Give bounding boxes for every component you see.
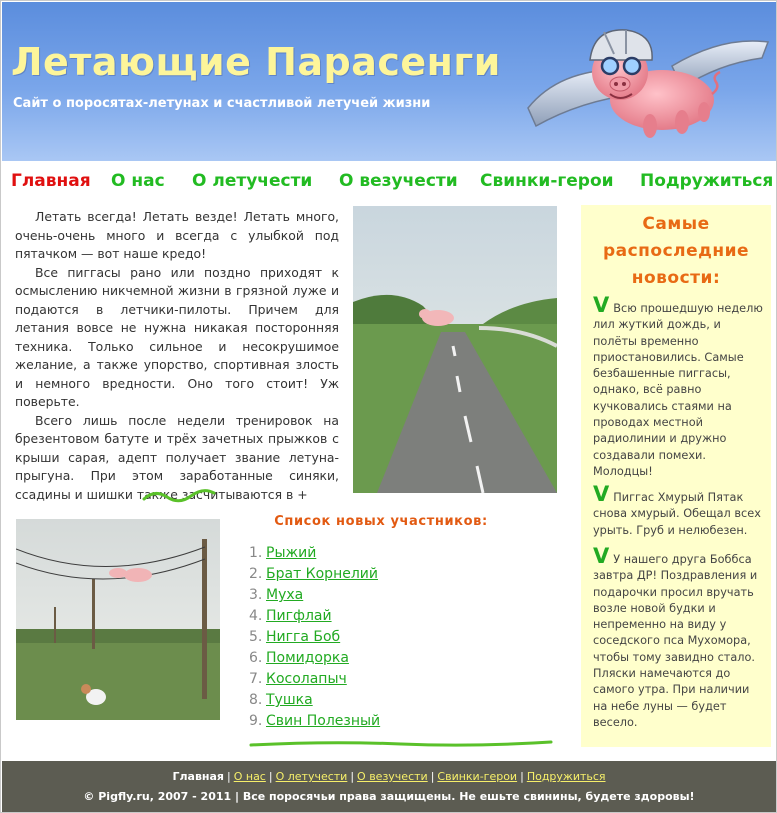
check-v-icon: V <box>593 482 610 506</box>
list-item-number: 4. <box>249 608 263 624</box>
news-sidebar: Самые распоследние новости: V Всю прошедш… <box>581 205 771 747</box>
news-item: VУ нашего друга Боббса завтра ДР! Поздра… <box>593 546 765 731</box>
members-title: Список новых участников: <box>274 514 488 529</box>
footer-separator: | <box>268 770 273 783</box>
nav-item-friends[interactable]: Подружиться <box>640 171 773 191</box>
news-item: V Пиггас Хмурый Пятак снова хмурый. Обеща… <box>593 484 765 539</box>
member-link[interactable]: Тушка <box>266 692 313 708</box>
news-title: Самые распоследние новости: <box>602 214 750 288</box>
list-item: 1. Рыжий <box>249 543 380 564</box>
intro-text: Летать всегда! Летать везде! Летать мног… <box>15 208 339 504</box>
member-link[interactable]: Брат Корнелий <box>266 566 378 582</box>
main-nav: Главная О нас О летучести О везучести Св… <box>2 163 776 199</box>
page: Летающие Парасенги Сайт о поросятах-лету… <box>0 0 777 813</box>
list-item-number: 1. <box>249 545 263 561</box>
list-item: 5. Нигга Боб <box>249 627 380 648</box>
list-item-number: 5. <box>249 629 263 645</box>
list-item: 7. Косолапыч <box>249 669 380 690</box>
intro-paragraph: Летать всегда! Летать везде! Летать мног… <box>15 209 339 261</box>
copyright-text: © Pigfly.ru, 2007 - 2011 | Все поросячьи… <box>83 790 695 803</box>
site-footer: Главная | О нас | О летучести | О везучести | Св… <box>2 761 776 812</box>
field-flying-pigs-photo <box>16 519 220 720</box>
member-link[interactable]: Помидорка <box>266 650 349 666</box>
nav-item-flying[interactable]: О летучести <box>192 171 312 191</box>
news-text: Пиггас Хмурый Пятак снова хмурый. Обещал… <box>593 491 761 537</box>
list-item-number: 8. <box>249 692 263 708</box>
list-item-number: 7. <box>249 671 263 687</box>
member-link[interactable]: Нигга Боб <box>266 629 340 645</box>
footer-link-about[interactable]: О нас <box>234 770 266 783</box>
check-v-icon: V <box>593 293 610 317</box>
news-text: Всю прошедшую неделю лил жуткий дождь, и… <box>593 302 763 478</box>
list-item-number: 2. <box>249 566 263 582</box>
footer-link-heroes[interactable]: Свинки-герои <box>437 770 517 783</box>
list-item: 2. Брат Корнелий <box>249 564 380 585</box>
list-item: 9. Свин Полезный <box>249 711 380 732</box>
nav-item-home[interactable]: Главная <box>11 171 91 191</box>
member-link[interactable]: Пигфлай <box>266 608 332 624</box>
squiggle-divider-icon <box>142 489 216 503</box>
footer-separator: | <box>430 770 435 783</box>
member-link[interactable]: Рыжий <box>266 545 316 561</box>
list-item: 4. Пигфлай <box>249 606 380 627</box>
list-item-number: 9. <box>249 713 263 729</box>
footer-link-luck[interactable]: О везучести <box>357 770 428 783</box>
road-flying-pig-photo <box>353 206 557 493</box>
list-item-number: 3. <box>249 587 263 603</box>
footer-link-friends[interactable]: Подружиться <box>527 770 606 783</box>
footer-separator: | <box>227 770 231 783</box>
nav-item-about[interactable]: О нас <box>111 171 165 191</box>
check-v-icon: V <box>593 544 610 568</box>
news-text: У нашего друга Боббса завтра ДР! Поздрав… <box>593 553 758 729</box>
member-link[interactable]: Свин Полезный <box>266 713 380 729</box>
list-item: 6. Помидорка <box>249 648 380 669</box>
news-item: V Всю прошедшую неделю лил жуткий дождь, … <box>593 295 765 480</box>
site-title[interactable]: Летающие Парасенги <box>11 40 501 84</box>
list-item: 8. Тушка <box>249 690 380 711</box>
nav-item-heroes[interactable]: Свинки-герои <box>480 171 614 191</box>
list-item-number: 6. <box>249 650 263 666</box>
member-link[interactable]: Косолапыч <box>266 671 347 687</box>
footer-separator: | <box>520 770 524 783</box>
member-link[interactable]: Муха <box>266 587 303 603</box>
footer-link-flying[interactable]: О летучести <box>276 770 348 783</box>
footer-separator: | <box>350 770 355 783</box>
site-subtitle: Сайт о поросятах-летунах и счастливой ле… <box>13 96 431 111</box>
squiggle-divider-icon <box>249 740 553 747</box>
nav-item-luck[interactable]: О везучести <box>339 171 458 191</box>
flying-pig-logo-icon[interactable] <box>522 8 772 156</box>
footer-nav: Главная | О нас | О летучести | О везучести | Св… <box>2 770 776 783</box>
intro-paragraph: Все пиггасы рано или поздно приходят к о… <box>15 264 339 410</box>
members-list: 1. Рыжий 2. Брат Корнелий 3. Муха 4. Пигфлай… <box>249 543 380 732</box>
list-item: 3. Муха <box>249 585 380 606</box>
footer-link-home[interactable]: Главная <box>172 770 224 783</box>
site-header: Летающие Парасенги Сайт о поросятах-лету… <box>2 2 776 161</box>
